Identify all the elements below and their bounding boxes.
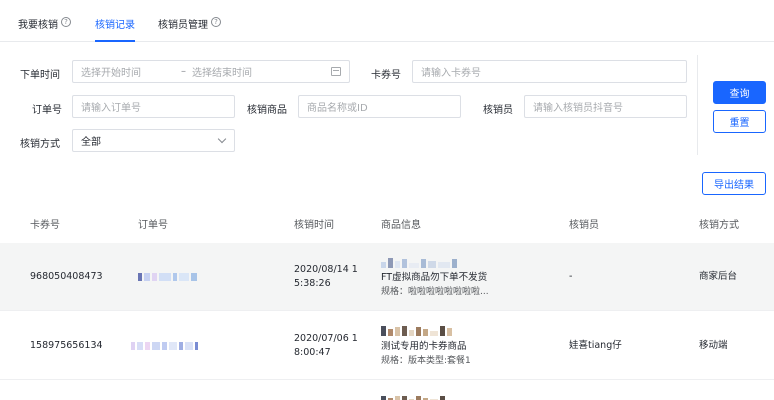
- tab-verify-records-label: 核销记录: [95, 20, 135, 31]
- product-name: 测试专用的卡券商品: [381, 341, 467, 352]
- start-time-input[interactable]: 选择开始时间: [81, 64, 141, 79]
- product-name: FT虚拟商品勿下单不发货: [381, 272, 488, 283]
- reset-button[interactable]: 重置: [713, 110, 766, 133]
- verifier-placeholder: 请输入核销员抖音号: [533, 103, 623, 114]
- column-verify-method: 核销方式: [699, 220, 739, 231]
- verify-method-select[interactable]: 全部: [72, 129, 235, 152]
- verify-method-label: 核销方式: [20, 139, 60, 150]
- verify-method: 商家后台: [699, 271, 738, 282]
- product-thumbnail-redacted: [381, 392, 445, 400]
- verify-time-line2: 8:00:47: [294, 347, 331, 358]
- order-number-input[interactable]: 请输入订单号: [72, 95, 235, 118]
- verifier-input[interactable]: 请输入核销员抖音号: [524, 95, 687, 118]
- coupon-input[interactable]: 请输入卡券号: [412, 60, 687, 83]
- table-row: 968050408473 2020/08/14 1 5:38:26 FT虚拟商品…: [0, 243, 774, 311]
- tab-verify-label: 我要核销: [18, 20, 58, 31]
- verify-method: 移动端: [699, 340, 728, 351]
- coupon-number: 158975656134: [30, 340, 103, 351]
- verify-time-line1: 2020/07/06 1: [294, 333, 358, 344]
- product-spec: 规格：版本类型:套餐1: [381, 356, 471, 366]
- order-number-redacted: [138, 272, 197, 282]
- calendar-icon: [331, 67, 341, 76]
- range-separator: –: [181, 66, 186, 77]
- column-product-info: 商品信息: [381, 220, 421, 231]
- verifier-name: 娃喜tiang仔: [569, 340, 622, 351]
- product-placeholder: 商品名称或ID: [307, 103, 368, 114]
- chevron-down-icon: [217, 134, 227, 144]
- order-number-redacted: [131, 341, 198, 351]
- order-number-label: 订单号: [32, 105, 62, 116]
- column-order-number: 订单号: [138, 220, 168, 231]
- help-icon[interactable]: ?: [211, 17, 221, 27]
- help-icon[interactable]: ?: [61, 17, 71, 27]
- table-row: 158975656134 2020/07/06 1 8:00:47 测试专用的卡…: [0, 312, 774, 380]
- query-button[interactable]: 查询: [713, 81, 766, 104]
- verifier-name: -: [569, 271, 573, 282]
- filter-divider: [697, 55, 698, 155]
- coupon-number: 968050408473: [30, 271, 103, 282]
- column-verify-time: 核销时间: [294, 220, 334, 231]
- tab-verifier-management[interactable]: 核销员管理 ?: [158, 16, 221, 42]
- product-label: 核销商品: [247, 105, 287, 116]
- tab-bar: 我要核销 ? 核销记录 核销员管理 ?: [0, 0, 774, 42]
- verify-time-line1: 2020/08/14 1: [294, 264, 358, 275]
- table-header: 卡券号 订单号 核销时间 商品信息 核销员 核销方式: [0, 208, 774, 240]
- column-verifier: 核销员: [569, 220, 599, 231]
- product-input[interactable]: 商品名称或ID: [298, 95, 461, 118]
- verify-method-value: 全部: [81, 137, 101, 148]
- export-button[interactable]: 导出结果: [702, 172, 766, 195]
- product-spec: 规格：啦啦啦啦啦啦啦啦...: [381, 287, 489, 297]
- column-coupon: 卡券号: [30, 220, 60, 231]
- tab-verify[interactable]: 我要核销 ?: [18, 16, 71, 42]
- product-thumbnail-redacted: [381, 256, 457, 268]
- table-row: [0, 381, 774, 400]
- tab-verifier-management-label: 核销员管理: [158, 20, 208, 31]
- end-time-input[interactable]: 选择结束时间: [192, 64, 252, 79]
- coupon-placeholder: 请输入卡券号: [421, 68, 481, 79]
- order-time-label: 下单时间: [20, 70, 60, 81]
- product-thumbnail-redacted: [381, 324, 452, 336]
- verify-time-line2: 5:38:26: [294, 278, 331, 289]
- order-time-range-picker[interactable]: 选择开始时间 – 选择结束时间: [72, 60, 350, 83]
- verifier-label: 核销员: [483, 105, 513, 116]
- order-number-placeholder: 请输入订单号: [81, 103, 141, 114]
- tab-verify-records[interactable]: 核销记录: [95, 16, 135, 42]
- coupon-label: 卡券号: [371, 70, 401, 81]
